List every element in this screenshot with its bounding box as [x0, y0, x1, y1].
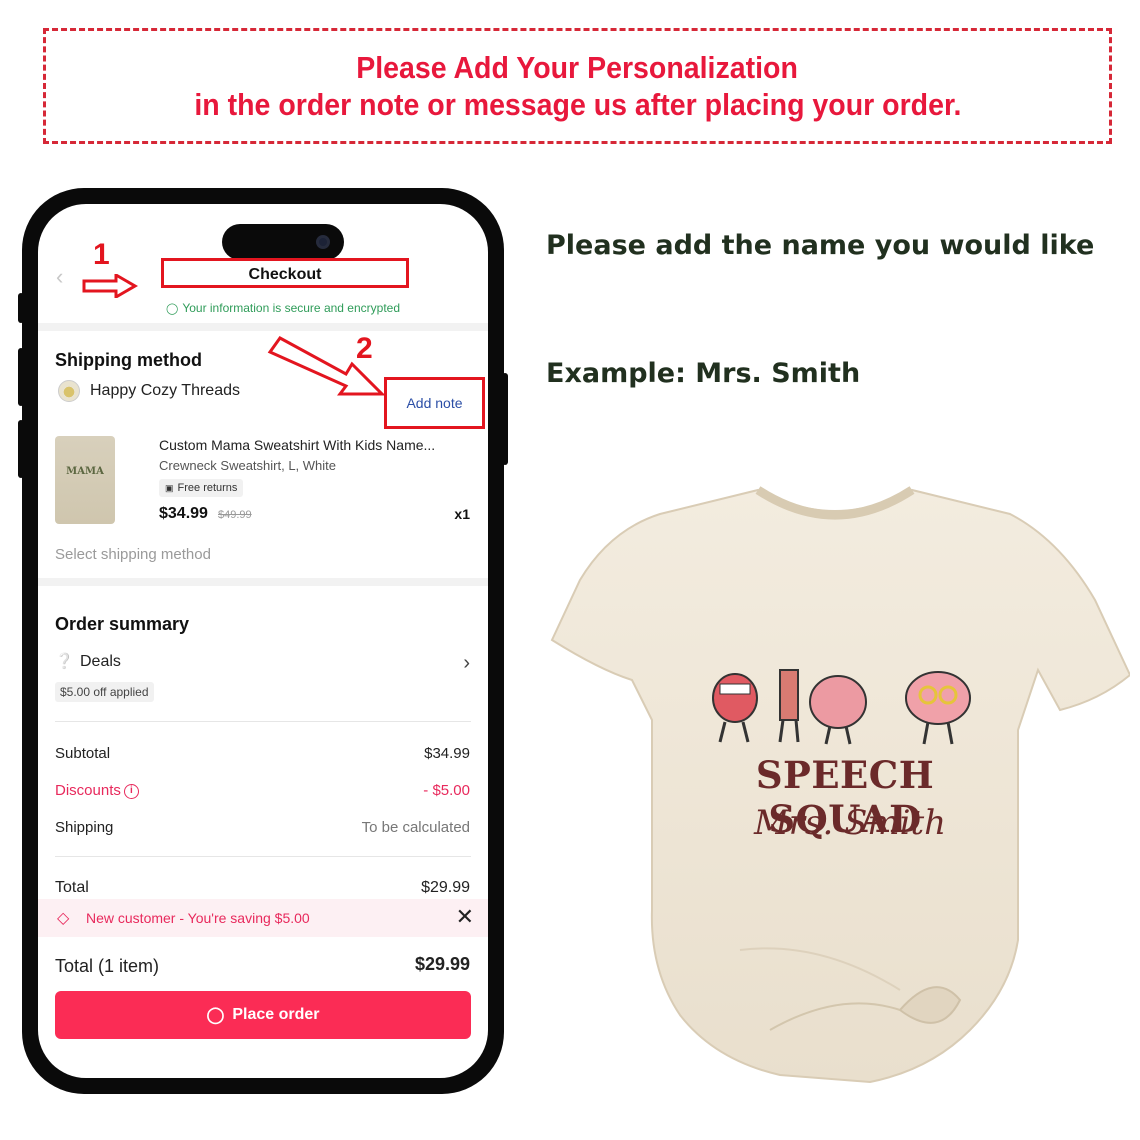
discounts-row[interactable]: Discounts i [55, 782, 139, 799]
tshirt-image: SPEECH SQUAD Mrs. Smith [540, 470, 1132, 1090]
shipping-label: Shipping [55, 819, 114, 836]
personalization-banner: Please Add Your Personalization in the o… [43, 28, 1112, 144]
shipping-method-heading: Shipping method [55, 350, 202, 370]
camera-icon [316, 235, 330, 249]
total-value: $29.99 [421, 879, 470, 896]
info-icon[interactable]: i [123, 783, 139, 799]
store-name: Happy Cozy Threads [90, 382, 240, 399]
shirt-name: Mrs. Smith [753, 803, 947, 843]
step-1-number: 1 [93, 238, 110, 271]
tag-icon: ◇ [57, 910, 70, 927]
banner-line-1: Please Add Your Personalization [356, 50, 799, 85]
discounts-value: - $5.00 [423, 782, 470, 799]
place-order-label: Place order [232, 1006, 320, 1023]
phone-volume-up [18, 348, 24, 406]
new-customer-toast: ◇ New customer - You're saving $5.00 ✕ [38, 899, 488, 937]
footer-total-label: Total (1 item) [55, 956, 160, 976]
section-divider [38, 578, 488, 586]
subtotal-label: Subtotal [55, 745, 111, 762]
discounts-label: Discounts [55, 782, 121, 799]
phone-side-button [18, 293, 24, 323]
toast-text: New customer - You're saving $5.00 [86, 910, 310, 926]
product-variant: Crewneck Sweatshirt, L, White [159, 458, 337, 473]
phone-mockup: ‹ 1 Checkout ◯ Your information is secure… [18, 188, 508, 1094]
dynamic-island [222, 224, 344, 260]
product-thumbnail: MAMA [55, 436, 115, 524]
banner-line-2: in the order note or message us after pl… [193, 87, 962, 122]
section-divider [38, 323, 488, 331]
phone-screen: ‹ 1 Checkout ◯ Your information is secure… [38, 204, 488, 1078]
secure-text: Your information is secure and encrypted [182, 301, 400, 315]
shield-check-icon: ◯ [206, 1007, 225, 1024]
deals-applied-badge: $5.00 off applied [55, 682, 154, 702]
shipping-value: To be calculated [361, 819, 470, 836]
select-shipping-method[interactable]: Select shipping method [55, 546, 211, 563]
summary-divider [55, 856, 471, 857]
product-title[interactable]: Custom Mama Sweatshirt With Kids Name... [159, 437, 435, 453]
product-original-price: $49.99 [218, 509, 252, 521]
secure-notice: ◯ Your information is secure and encrypte… [38, 301, 488, 315]
product-price: $34.99 [159, 505, 208, 522]
step-2-arrow-icon [267, 336, 386, 396]
free-returns-label: Free returns [177, 482, 238, 494]
subtotal-value: $34.99 [424, 745, 470, 762]
add-note-button[interactable]: Add note [384, 377, 485, 429]
phone-volume-down [18, 420, 24, 478]
tag-icon: ❔ [55, 653, 74, 670]
footer-total-value: $29.99 [414, 954, 470, 974]
chevron-right-icon: › [463, 652, 470, 674]
product-image-text: MAMA [66, 466, 104, 477]
phone-power-button [502, 373, 508, 465]
free-returns-badge: ▣ Free returns [159, 479, 244, 497]
step-1-arrow-icon [82, 274, 138, 298]
deals-label: Deals [80, 653, 121, 670]
shield-check-icon: ◯ [166, 303, 179, 315]
store-logo [58, 380, 80, 402]
page-title: Checkout [161, 258, 409, 288]
example-text: Example: Mrs. Smith [546, 358, 861, 389]
product-quantity: x1 [454, 506, 470, 522]
instruction-text: Please add the name you would like [546, 230, 1095, 261]
place-order-button[interactable]: ◯ Place order [55, 991, 471, 1039]
summary-divider [55, 721, 471, 722]
total-label: Total [55, 879, 89, 896]
order-summary-heading: Order summary [55, 614, 190, 634]
box-icon: ▣ [165, 482, 174, 493]
close-icon[interactable]: ✕ [456, 904, 474, 930]
back-chevron-icon[interactable]: ‹ [56, 264, 63, 290]
